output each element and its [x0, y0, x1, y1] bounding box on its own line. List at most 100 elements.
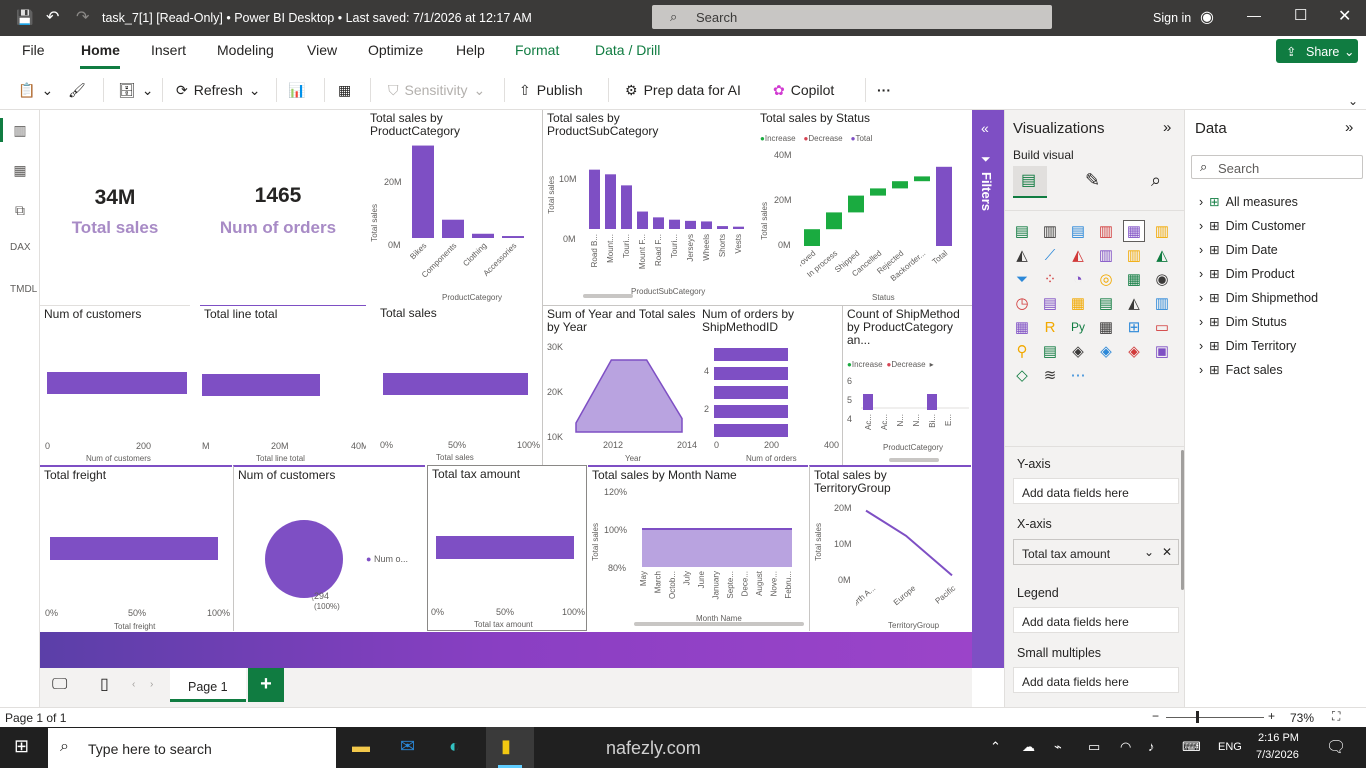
calculator-button[interactable]: ▦	[338, 78, 351, 102]
bar[interactable]	[47, 372, 187, 394]
tmdl-view-icon[interactable]: TMDL	[10, 284, 37, 304]
legend-item-total[interactable]: ●Total	[851, 134, 873, 143]
tab-view[interactable]: View	[307, 42, 337, 58]
undo-icon[interactable]: ↶	[46, 7, 59, 27]
search-box[interactable]: ⌕ Search	[652, 5, 1052, 29]
build-visual-tab[interactable]: ▤	[1013, 166, 1047, 198]
zoom-in-icon[interactable]: +	[1268, 709, 1275, 723]
visual-type-icon[interactable]: ◭	[1067, 244, 1089, 266]
table-dim-stutus[interactable]: › ⊞ Dim Stutus	[1199, 314, 1287, 330]
visual-type-icon[interactable]: ▥	[1151, 292, 1173, 314]
desktop-layout-icon[interactable]: 🖵	[52, 676, 67, 694]
chart-year-area[interactable]: Sum of Year and Total sales by Year 30K …	[542, 305, 698, 465]
visual-type-icon[interactable]: ≋	[1039, 364, 1061, 386]
keyboard-icon[interactable]: ⌨	[1182, 739, 1201, 755]
file-explorer-icon[interactable]: ▬	[352, 736, 370, 757]
copilot-button[interactable]: ✿ Copilot	[773, 78, 834, 102]
visual-type-icon[interactable]: ◉	[1151, 268, 1173, 290]
analytics-icon[interactable]: ⌕	[1151, 170, 1161, 191]
well-x-axis-field[interactable]: Total tax amount ⌄ ✕	[1013, 539, 1179, 565]
visual-type-icon[interactable]: ◷	[1011, 292, 1033, 314]
chart-shipmethod-by-productcategory[interactable]: Count of ShipMethod by ProductCategory a…	[842, 305, 972, 465]
save-icon[interactable]: 💾	[16, 9, 33, 26]
filters-pane-collapsed[interactable]: « ⏷ Filters	[972, 110, 1004, 668]
pie-num-customers[interactable]: Num of customers ● Num o... 294 (100%)	[233, 465, 425, 631]
visual-type-icon[interactable]: ◈	[1067, 340, 1089, 362]
model-view-icon[interactable]: ⧉	[10, 202, 30, 222]
chart-sales-by-status[interactable]: Total sales by Status ●Increase ●Decreas…	[756, 110, 970, 305]
data-search-input[interactable]: ⌕ Search	[1191, 155, 1363, 179]
visual-type-icon[interactable]: ⏷	[1011, 268, 1033, 290]
notifications-icon[interactable]: 🗨	[1326, 737, 1346, 757]
tab-insert[interactable]: Insert	[151, 42, 186, 58]
dax-query-view-icon[interactable]: DAX	[10, 242, 31, 262]
legend-item-increase[interactable]: ●Increase	[847, 360, 883, 369]
fit-to-page-icon[interactable]: ⛶	[1332, 709, 1340, 724]
bar-total-tax-amount-selected[interactable]: Total tax amount 0% 50% 100% Total tax a…	[427, 465, 587, 631]
account-icon[interactable]: ◉	[1200, 7, 1214, 27]
format-visual-icon[interactable]: ✎	[1085, 170, 1100, 191]
zoom-slider-thumb[interactable]	[1196, 711, 1199, 723]
scroll-right-icon[interactable]: ›	[150, 679, 153, 690]
chart-sales-by-month[interactable]: Total sales by Month Name Total sales 12…	[588, 465, 808, 631]
visual-type-icon[interactable]: R	[1039, 316, 1061, 338]
table-dim-customer[interactable]: › ⊞ Dim Customer	[1199, 218, 1306, 234]
prep-data-button[interactable]: ⚙ Prep data for AI	[625, 78, 741, 102]
bar-num-customers[interactable]: Num of customers 0 200 Num of customers	[40, 305, 190, 465]
chevron-down-icon[interactable]: ⌄	[1144, 545, 1154, 559]
minimize-icon[interactable]: —	[1247, 7, 1261, 23]
table-fact-sales[interactable]: › ⊞ Fact sales	[1199, 362, 1283, 378]
bar-total-line-total[interactable]: Total line total M 20M 40M Total line to…	[200, 305, 366, 465]
visual-type-icon[interactable]: ⋯	[1067, 364, 1089, 386]
tab-modeling[interactable]: Modeling	[217, 42, 274, 58]
sign-in-link[interactable]: Sign in	[1153, 11, 1191, 25]
visual-type-icon[interactable]: ▣	[1151, 340, 1173, 362]
collapse-ribbon-icon[interactable]: ⌄	[1348, 94, 1358, 108]
visual-type-icon[interactable]: ◎	[1095, 268, 1117, 290]
more-options-button[interactable]: ···	[877, 78, 891, 102]
table-dim-product[interactable]: › ⊞ Dim Product	[1199, 266, 1294, 282]
visual-type-icon[interactable]: ▤	[1039, 292, 1061, 314]
visual-type-icon[interactable]: ▤	[1039, 340, 1061, 362]
new-visual-button[interactable]: 📊	[288, 78, 305, 102]
get-data-button[interactable]: 🗄 ⌄	[118, 78, 154, 102]
chart-orders-by-shipmethod[interactable]: Num of orders by ShipMethodID 4 2 0 200 …	[698, 305, 842, 465]
maximize-icon[interactable]: ☐	[1294, 6, 1307, 24]
table-dim-date[interactable]: › ⊞ Dim Date	[1199, 242, 1278, 258]
visual-type-icon[interactable]: ▦	[1123, 220, 1145, 242]
mobile-layout-icon[interactable]: ▯	[100, 674, 109, 694]
share-button[interactable]: ⇪ Share ⌄	[1276, 39, 1358, 63]
visual-type-icon[interactable]: ▥	[1095, 244, 1117, 266]
visual-type-icon[interactable]: ▤	[1067, 220, 1089, 242]
table-view-icon[interactable]: ▦	[10, 162, 30, 182]
tab-optimize[interactable]: Optimize	[368, 42, 423, 58]
add-page-button[interactable]: +	[248, 668, 284, 702]
report-canvas[interactable]: 34M Total sales 1465 Num of orders Total…	[40, 110, 972, 668]
clock-date[interactable]: 7/3/2026	[1256, 749, 1299, 761]
bar[interactable]	[383, 373, 528, 395]
chart-sales-by-productcategory[interactable]: Total sales by ProductCategory Total sal…	[366, 110, 542, 305]
table-dim-shipmethod[interactable]: › ⊞ Dim Shipmethod	[1199, 290, 1318, 306]
expand-filters-icon[interactable]: «	[981, 120, 989, 136]
collapse-pane-icon[interactable]: »	[1163, 119, 1171, 136]
show-hidden-icons[interactable]: ⌃	[990, 739, 1001, 755]
visual-type-icon[interactable]: ◭	[1151, 244, 1173, 266]
tab-help[interactable]: Help	[456, 42, 485, 58]
chart-sales-by-territory[interactable]: Total sales by TerritoryGroup Total sale…	[809, 465, 971, 631]
visual-type-icon[interactable]: ⊞	[1123, 316, 1145, 338]
sensitivity-button[interactable]: ⛉ Sensitivity ⌄	[388, 78, 485, 102]
table-dim-territory[interactable]: › ⊞ Dim Territory	[1199, 338, 1296, 354]
collapse-pane-icon[interactable]: »	[1345, 119, 1353, 136]
visual-type-icon[interactable]: ▥	[1095, 220, 1117, 242]
powerbi-taskbar-button[interactable]: ▮	[486, 727, 534, 768]
legend-item-decrease[interactable]: ●Decrease	[887, 360, 926, 369]
tab-file[interactable]: File	[22, 42, 45, 58]
legend-item[interactable]: ● Num o...	[366, 554, 408, 564]
well-small-multiples[interactable]: Add data fields here	[1013, 667, 1179, 693]
visual-type-icon[interactable]: ◈	[1095, 340, 1117, 362]
refresh-button[interactable]: ⟳ Refresh ⌄	[176, 78, 261, 102]
bar[interactable]	[202, 374, 320, 396]
visual-type-icon[interactable]: ◇	[1011, 364, 1033, 386]
visual-type-icon[interactable]: ▥	[1123, 244, 1145, 266]
paste-button[interactable]: 📋 ⌄	[18, 78, 53, 102]
